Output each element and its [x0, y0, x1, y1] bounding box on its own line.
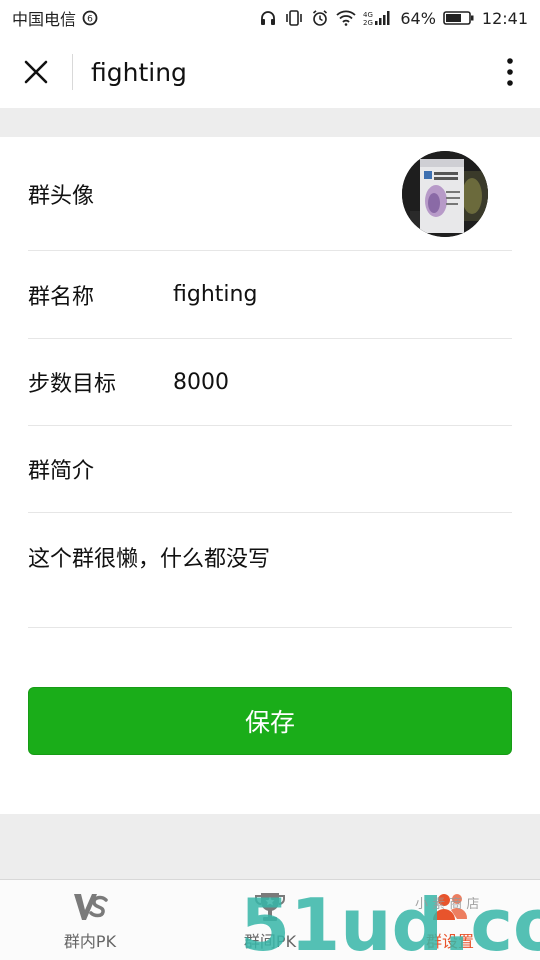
group-name-value[interactable]: fighting — [173, 282, 257, 307]
tab-group-pk[interactable]: 群内PK — [0, 880, 180, 960]
svg-text:6: 6 — [87, 15, 93, 25]
close-button[interactable] — [0, 36, 72, 108]
signal-4g-icon: 4G 2G — [363, 9, 393, 27]
carrier-name: 中国电信 — [12, 10, 77, 29]
save-button[interactable]: 保存 — [28, 687, 512, 755]
group-intro-value[interactable]: 这个群很懒，什么都没写 — [28, 541, 270, 573]
step-goal-value[interactable]: 8000 — [173, 370, 229, 395]
section-separator-top — [0, 108, 540, 137]
divider — [28, 627, 512, 628]
section-separator-bottom — [0, 814, 540, 879]
headphones-icon — [259, 9, 277, 27]
battery-icon — [443, 10, 475, 26]
close-icon — [24, 60, 48, 84]
more-vertical-icon — [507, 58, 513, 86]
svg-text:4G: 4G — [363, 11, 373, 19]
wifi-icon — [336, 10, 356, 26]
clock-time: 12:41 — [481, 8, 528, 28]
more-button[interactable] — [480, 36, 540, 108]
avatar-label: 群头像 — [28, 183, 95, 209]
trophy-icon — [253, 888, 287, 926]
group-name-label: 群名称 — [28, 284, 95, 310]
tab-inter-group-pk[interactable]: 群间PK — [180, 880, 360, 960]
status-right: 4G 2G 64% 12:41 — [259, 9, 528, 28]
tab-label: 群内PK — [63, 932, 117, 951]
tab-label: 群间PK — [243, 932, 297, 951]
status-bar: 中国电信 6 4G 2G 64% 12:41 — [0, 0, 540, 36]
vs-icon — [72, 888, 108, 926]
bottom-tab-bar: 群内PK 群间PK 群设置 — [0, 879, 540, 960]
tab-group-settings[interactable]: 群设置 — [360, 880, 540, 960]
hd-call-icon: 6 — [82, 10, 98, 26]
group-settings-icon — [431, 888, 469, 926]
step-goal-label: 步数目标 — [28, 372, 117, 397]
step-goal-row[interactable]: 步数目标 8000 — [28, 339, 512, 425]
page-title: fighting — [91, 57, 187, 87]
tab-label: 群设置 — [425, 932, 474, 951]
vibrate-icon — [284, 9, 304, 27]
group-intro-label: 群简介 — [28, 459, 95, 484]
title-bar: fighting — [0, 36, 540, 108]
title-divider — [72, 54, 73, 90]
svg-text:2G: 2G — [363, 19, 373, 27]
group-intro-row: 群简介 — [28, 426, 512, 512]
group-avatar[interactable] — [402, 151, 488, 237]
status-left: 中国电信 6 — [12, 6, 98, 30]
group-name-row[interactable]: 群名称 fighting — [28, 251, 512, 338]
group-intro-textarea[interactable]: 这个群很懒，什么都没写 — [28, 513, 512, 627]
alarm-icon — [311, 9, 329, 27]
battery-percent: 64% — [400, 8, 436, 28]
